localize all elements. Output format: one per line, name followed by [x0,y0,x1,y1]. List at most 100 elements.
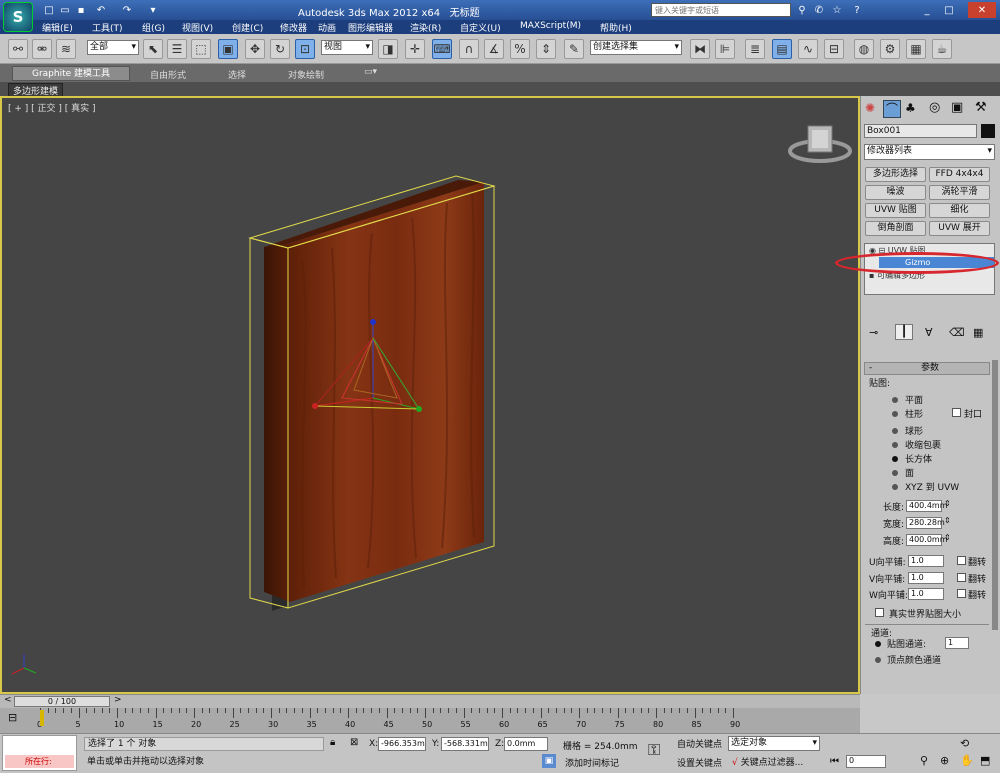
rotate-icon[interactable]: ↻ [270,39,290,59]
rect-selection-icon[interactable]: ⬚ [191,39,211,59]
zoom-all-icon[interactable]: ⊕ [940,754,949,767]
hierarchy-tab-icon[interactable]: ♣ [905,101,916,115]
length-spinner[interactable]: 400.4mm [906,500,948,512]
wood-board[interactable] [264,180,484,611]
curve-editor-icon[interactable]: ∿ [798,39,818,59]
undo-icon[interactable]: ↶ [94,3,108,17]
render-setup-icon[interactable]: ⚙ [880,39,900,59]
menu-views[interactable]: 视图(V) [182,21,213,34]
u-tile-spinner[interactable]: 1.0 [908,555,944,567]
move-icon[interactable]: ✥ [245,39,265,59]
time-slider-prev-icon[interactable]: < [4,695,12,705]
link-icon[interactable]: ⚯ [8,39,28,59]
configure-modifier-sets-icon[interactable]: ▦ [973,326,983,339]
v-flip-checkbox[interactable] [957,573,966,582]
pin-stack-icon[interactable]: ⊸ [869,326,878,339]
time-slider-thumb[interactable]: 0 / 100 [14,696,110,707]
cap-checkbox[interactable] [952,408,961,417]
schematic-view-icon[interactable]: ⊟ [824,39,844,59]
selection-filter-dropdown[interactable]: 全部 [87,40,139,55]
x-coordinate-field[interactable]: -966.353m [378,737,426,751]
radio-map-channel[interactable] [875,641,881,647]
graphite-toggle-icon[interactable]: ▤ [772,39,792,59]
select-object-icon[interactable]: ⬉ [143,39,163,59]
layer-manager-icon[interactable]: ≣ [745,39,765,59]
modifier-list-dropdown[interactable]: 修改器列表 [864,144,995,160]
time-slider[interactable]: < 0 / 100 > [0,694,860,708]
maximize-viewport-icon[interactable]: ⬒ [980,754,990,767]
maxscript-listener[interactable]: 所在行: [2,735,77,771]
radio-spherical[interactable] [892,428,898,434]
set-key-button[interactable]: 设置关键点 [677,756,722,769]
unlink-icon[interactable]: ⚮ [32,39,52,59]
window-crossing-icon[interactable]: ▣ [218,39,238,59]
mini-curve-editor-icon[interactable]: ⊟ [8,711,17,724]
spinner-snap-icon[interactable]: ⇕ [536,39,556,59]
search-icon[interactable]: ⚲ [795,3,809,17]
panel-scrollbar[interactable] [992,360,998,630]
menu-rendering[interactable]: 渲染(R) [410,21,441,34]
modifier-bevel-profile-button[interactable]: 倒角剖面 [865,221,926,236]
go-to-start-icon[interactable]: ⏮ [830,756,839,767]
v-tile-spinner[interactable]: 1.0 [908,572,944,584]
parameters-rollout-header[interactable]: - 参数 [864,362,990,375]
minimize-icon[interactable]: _ [920,3,934,17]
tab-freeform[interactable]: 自由形式 [150,68,186,81]
display-tab-icon[interactable]: ▣ [951,100,963,115]
menu-edit[interactable]: 编辑(E) [42,21,73,34]
maximize-icon[interactable]: □ [942,3,956,17]
menu-graph-editors[interactable]: 图形编辑器 [348,21,393,34]
ribbon-options-icon[interactable]: ▭▾ [364,67,377,77]
named-selection-dropdown[interactable]: 创建选择集 [590,40,682,55]
select-manipulate-icon[interactable]: ✛ [405,39,425,59]
show-end-result-icon[interactable]: ┃ [895,324,913,340]
percent-snap-icon[interactable]: % [510,39,530,59]
remove-modifier-icon[interactable]: ⌫ [949,326,965,339]
modifier-uvw-map-button[interactable]: UVW 贴图 [865,203,926,218]
search-input[interactable]: 键入关键字或短语 [651,3,791,17]
material-editor-icon[interactable]: ◍ [854,39,874,59]
open-file-icon[interactable]: ▭ [58,3,72,17]
close-icon[interactable]: ✕ [968,2,996,18]
w-flip-checkbox[interactable] [957,589,966,598]
height-spinner-arrows-icon[interactable]: ⇕ [944,533,951,542]
menu-maxscript[interactable]: MAXScript(M) [520,21,581,31]
mirror-icon[interactable]: ⧓ [690,39,710,59]
make-unique-icon[interactable]: ∀ [925,326,933,339]
menu-help[interactable]: 帮助(H) [600,21,632,34]
zoom-icon[interactable]: ⚲ [920,754,928,767]
track-bar[interactable]: ⊟ 051015202530354045505560657075808590 [0,708,860,733]
new-file-icon[interactable]: □ [42,3,56,17]
time-slider-next-icon[interactable]: > [114,695,122,705]
save-file-icon[interactable]: ▪ [74,3,88,17]
object-color-swatch[interactable] [981,124,995,138]
radio-box[interactable] [892,456,898,462]
menu-group[interactable]: 组(G) [142,21,165,34]
app-logo-icon[interactable]: S [3,2,33,32]
keyboard-shortcut-override-icon[interactable]: ⌨ [432,39,452,59]
modifier-poly-select-button[interactable]: 多边形选择 [865,167,926,182]
tab-selection[interactable]: 选择 [228,68,246,81]
quick-access-dropdown-icon[interactable]: ▾ [146,3,160,17]
menu-create[interactable]: 创建(C) [232,21,263,34]
menu-tools[interactable]: 工具(T) [92,21,123,34]
modifier-noise-button[interactable]: 噪波 [865,185,926,200]
bind-space-warp-icon[interactable]: ≋ [56,39,76,59]
object-name-field[interactable]: Box001 [864,124,977,138]
angle-snap-icon[interactable]: ∡ [484,39,504,59]
pivot-point-icon[interactable]: ◨ [378,39,398,59]
snap-toggle-icon[interactable]: ∩ [459,39,479,59]
radio-vertex-color[interactable] [875,657,881,663]
add-time-tag-label[interactable]: 添加时间标记 [565,756,619,769]
motion-tab-icon[interactable]: ◎ [929,100,940,115]
set-key-icon[interactable]: ⚿ [648,740,660,760]
rendered-frame-icon[interactable]: ▦ [906,39,926,59]
length-spinner-arrows-icon[interactable]: ⇕ [944,499,951,508]
u-flip-checkbox[interactable] [957,556,966,565]
tab-graphite[interactable]: Graphite 建模工具 [12,66,130,81]
menu-animation[interactable]: 动画 [318,21,336,34]
real-world-checkbox[interactable] [875,608,884,617]
viewport-front[interactable]: [ + ] [ 正交 ] [ 真实 ] [0,96,860,694]
width-spinner-arrows-icon[interactable]: ⇕ [944,516,951,525]
radio-planar[interactable] [892,397,898,403]
